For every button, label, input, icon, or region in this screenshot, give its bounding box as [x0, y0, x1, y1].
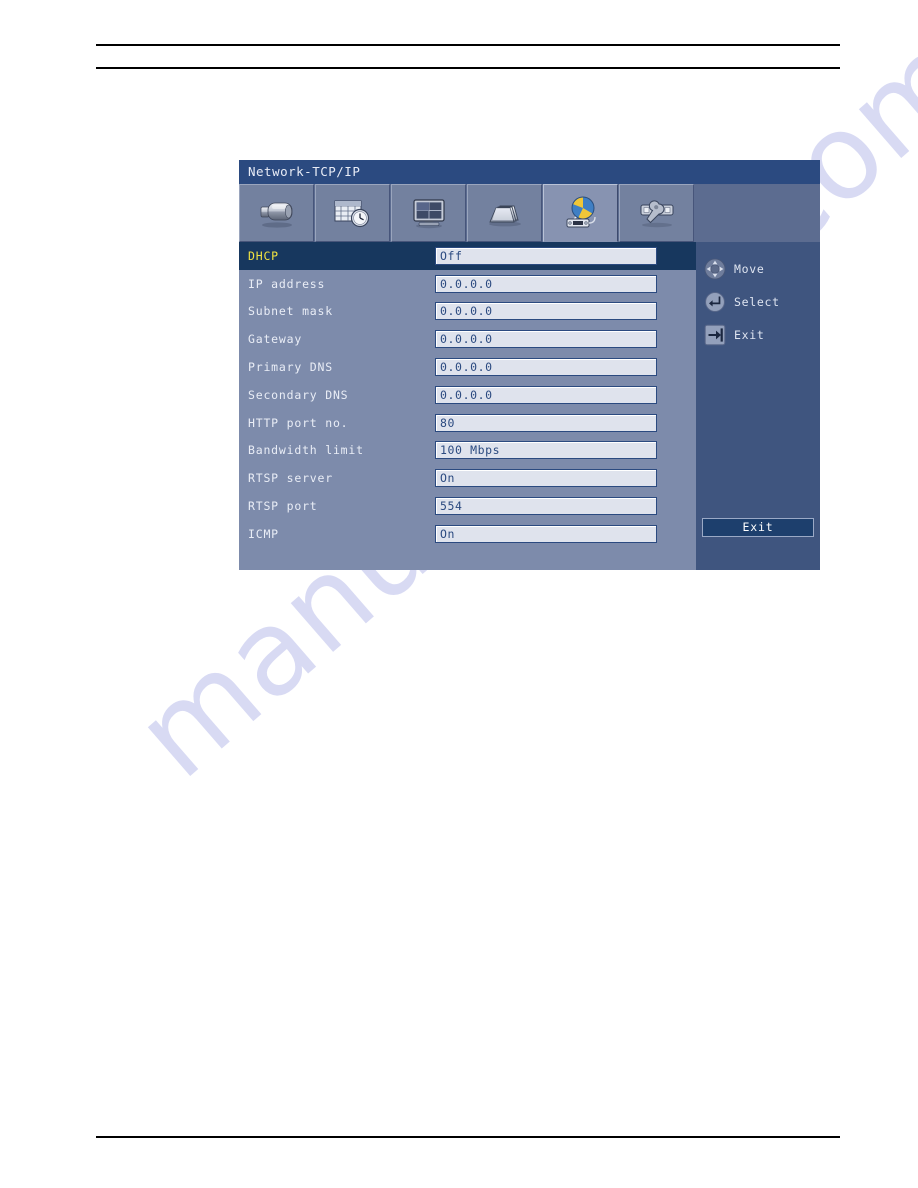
list-item-ip-address[interactable]: IP address 0.0.0.0: [239, 270, 696, 298]
list-item-rtsp-server[interactable]: RTSP server On: [239, 464, 696, 492]
help-row-exit: Exit: [704, 320, 820, 350]
setting-label: HTTP port no.: [248, 415, 349, 430]
setting-value[interactable]: 0.0.0.0: [435, 274, 657, 293]
tab-strip-filler: [695, 184, 820, 242]
tab-system[interactable]: [619, 184, 694, 242]
osd-body: DHCP Off IP address 0.0.0.0 Subnet mask …: [239, 242, 820, 570]
list-item-http-port-no[interactable]: HTTP port no. 80: [239, 409, 696, 437]
tab-camera[interactable]: [239, 184, 314, 242]
dpad-icon: [704, 258, 726, 280]
help-label-exit: Exit: [734, 328, 765, 342]
exit-button[interactable]: Exit: [702, 518, 814, 537]
list-item-secondary-dns[interactable]: Secondary DNS 0.0.0.0: [239, 381, 696, 409]
help-panel: Move Select Exit Exit: [696, 242, 820, 570]
help-row-move: Move: [704, 254, 820, 284]
setting-label: Subnet mask: [248, 304, 333, 319]
setting-label: RTSP port: [248, 499, 318, 514]
setting-label: Gateway: [248, 332, 303, 347]
help-row-select: Select: [704, 287, 820, 317]
setting-value[interactable]: 100 Mbps: [435, 441, 657, 460]
header-rule-bottom: [96, 67, 840, 69]
monitor-icon: [412, 199, 445, 229]
schedule-icon: [334, 200, 369, 228]
setting-value[interactable]: 0.0.0.0: [435, 302, 657, 321]
settings-list: DHCP Off IP address 0.0.0.0 Subnet mask …: [239, 242, 696, 548]
list-item-bandwidth-limit[interactable]: Bandwidth limit 100 Mbps: [239, 437, 696, 465]
osd-tab-strip: [239, 184, 820, 242]
list-item-icmp[interactable]: ICMP On: [239, 520, 696, 548]
exit-arrow-icon: [704, 324, 726, 346]
setting-value[interactable]: 554: [435, 497, 657, 516]
setting-label: Bandwidth limit: [248, 443, 364, 458]
setting-label: Primary DNS: [248, 360, 333, 375]
tab-archive[interactable]: [467, 184, 542, 242]
setting-value[interactable]: 0.0.0.0: [435, 330, 657, 349]
help-label-select: Select: [734, 295, 780, 309]
network-icon: [566, 196, 596, 228]
setting-label: Secondary DNS: [248, 387, 349, 402]
manual-page: Network-TCP/IP DHCP Off IP address 0.0.0…: [0, 0, 918, 1188]
setting-label: DHCP: [248, 248, 279, 263]
footer-rule: [96, 1136, 840, 1138]
setting-label: ICMP: [248, 526, 279, 541]
list-item-subnet-mask[interactable]: Subnet mask 0.0.0.0: [239, 298, 696, 326]
list-item-primary-dns[interactable]: Primary DNS 0.0.0.0: [239, 353, 696, 381]
setting-value[interactable]: On: [435, 524, 657, 543]
archive-icon: [488, 205, 521, 227]
setting-label: RTSP server: [248, 471, 333, 486]
tab-network[interactable]: [543, 184, 618, 242]
wrench-icon: [640, 200, 673, 228]
setting-value[interactable]: On: [435, 469, 657, 488]
enter-key-icon: [705, 292, 725, 312]
camera-icon: [260, 202, 292, 228]
list-item-gateway[interactable]: Gateway 0.0.0.0: [239, 325, 696, 353]
setting-value[interactable]: 0.0.0.0: [435, 385, 657, 404]
tab-schedule[interactable]: [315, 184, 390, 242]
list-item-rtsp-port[interactable]: RTSP port 554: [239, 492, 696, 520]
osd-dialog: Network-TCP/IP DHCP Off IP address 0.0.0…: [239, 160, 820, 570]
list-item-dhcp[interactable]: DHCP Off: [239, 242, 696, 270]
tab-display[interactable]: [391, 184, 466, 242]
help-label-move: Move: [734, 262, 765, 276]
setting-value[interactable]: 0.0.0.0: [435, 358, 657, 377]
osd-title-bar: Network-TCP/IP: [239, 160, 820, 184]
setting-value[interactable]: Off: [435, 246, 657, 265]
setting-value[interactable]: 80: [435, 413, 657, 432]
header-rule-top: [96, 44, 840, 46]
setting-label: IP address: [248, 276, 326, 291]
